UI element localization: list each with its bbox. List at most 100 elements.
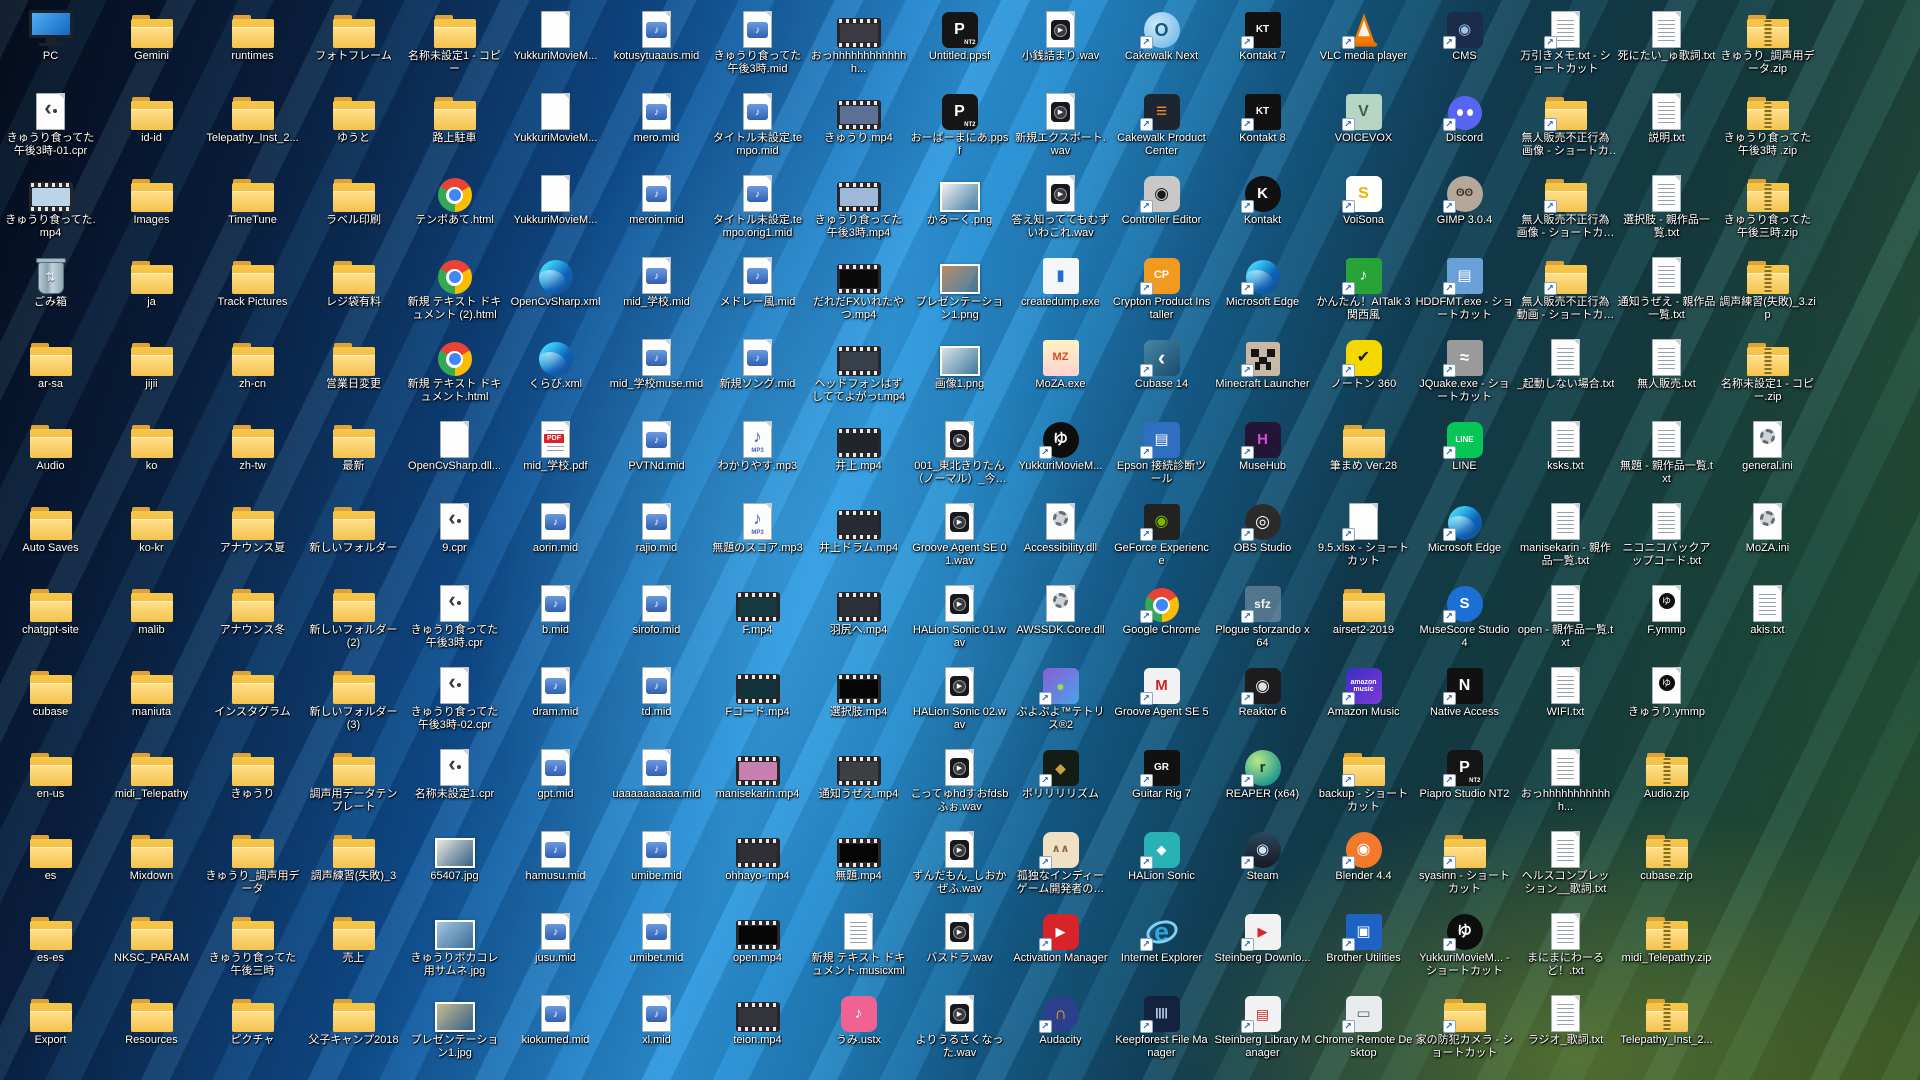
desktop-icon[interactable]: K↗Kontakt (1212, 165, 1313, 247)
desktop-icon[interactable]: くらび.xml (505, 329, 606, 411)
desktop-icon[interactable]: Resources (101, 985, 202, 1067)
desktop-icon[interactable]: ‹きゅうり食ってた午後3時-01.cpr (0, 83, 101, 165)
desktop-icon[interactable]: ラベル印刷 (303, 165, 404, 247)
desktop-icon[interactable]: ◉↗GeForce Experience (1111, 493, 1212, 575)
desktop-icon[interactable]: 選択肢 - 親作品一覧.txt (1616, 165, 1717, 247)
desktop-icon[interactable]: PNT2Untitled.ppsf (909, 1, 1010, 83)
desktop-icon[interactable]: ゆF.ymmp (1616, 575, 1717, 657)
desktop-icon[interactable]: 売上 (303, 903, 404, 985)
desktop-icon[interactable]: 井上ドラム.mp4 (808, 493, 909, 575)
desktop-icon[interactable]: ko (101, 411, 202, 493)
desktop-icon[interactable]: ∧∧↗孤独なインディーゲーム開発者の一生 ... (1010, 821, 1111, 903)
desktop-icon[interactable]: F.mp4 (707, 575, 808, 657)
desktop-icon[interactable]: ◉↗CMS (1414, 1, 1515, 83)
desktop-icon[interactable]: YukkuriMovieM... (505, 1, 606, 83)
desktop-icon[interactable]: プレゼンテーション1.png (909, 247, 1010, 329)
desktop-icon[interactable]: ◎↗OBS Studio (1212, 493, 1313, 575)
desktop-icon[interactable]: ♪sirofo.mid (606, 575, 707, 657)
desktop-icon[interactable]: manisekarin.mp4 (707, 739, 808, 821)
desktop-icon[interactable]: ▮createdump.exe (1010, 247, 1111, 329)
desktop-icon[interactable]: Audio (0, 411, 101, 493)
desktop-icon[interactable]: ↗家の防犯カメラ - ショートカット (1414, 985, 1515, 1067)
desktop-icon[interactable]: だれだFXいれたやつ.mp4 (808, 247, 909, 329)
desktop-icon[interactable]: ‹名称未設定1.cpr (404, 739, 505, 821)
desktop-icon[interactable]: ヘッドフォンはずしててよがっt.mp4 (808, 329, 909, 411)
desktop-icon[interactable]: Telepathy_Inst_2... (1616, 985, 1717, 1067)
desktop-icon[interactable]: cubase.zip (1616, 821, 1717, 903)
desktop-icon[interactable]: Export (0, 985, 101, 1067)
desktop-icon[interactable]: 65407.jpg (404, 821, 505, 903)
desktop-icon[interactable]: r↗REAPER (x64) (1212, 739, 1313, 821)
desktop-icon[interactable]: ↗Minecraft Launcher (1212, 329, 1313, 411)
desktop-icon[interactable]: ♪MP3無題のスコア.mp3 (707, 493, 808, 575)
desktop-icon[interactable]: manisekarin - 親作品一覧.txt (1515, 493, 1616, 575)
desktop-icon[interactable]: ゆ↗YukkuriMovieM... - ショートカット (1414, 903, 1515, 985)
desktop-icon[interactable]: NKSC_PARAM (101, 903, 202, 985)
desktop-icon[interactable]: jijii (101, 329, 202, 411)
desktop-icon[interactable]: V↗VOICEVOX (1313, 83, 1414, 165)
desktop-icon[interactable]: ◉↗Steam (1212, 821, 1313, 903)
desktop-icon[interactable]: ♪aorin.mid (505, 493, 606, 575)
desktop-icon[interactable]: ゆきゅうり.ymmp (1616, 657, 1717, 739)
desktop-icon[interactable]: es (0, 821, 101, 903)
desktop-icon[interactable]: ◆↗HALion Sonic (1111, 821, 1212, 903)
desktop-icon[interactable]: ▶新規エクスポート.wav (1010, 83, 1111, 165)
desktop-icon[interactable]: ラジオ_歌詞.txt (1515, 985, 1616, 1067)
desktop-icon[interactable]: ♪jusu.mid (505, 903, 606, 985)
desktop-icon[interactable]: amazon music↗Amazon Music (1313, 657, 1414, 739)
desktop-icon[interactable]: LINE↗LINE (1414, 411, 1515, 493)
desktop-icon[interactable]: きゅうり食ってた午後三時 (202, 903, 303, 985)
desktop-icon[interactable]: ▶ずんだもん_しおかぜふ.wav (909, 821, 1010, 903)
desktop-icon[interactable]: ↗無人販売不正行為画像 - ショートカッ... (1515, 83, 1616, 165)
desktop-icon[interactable]: きゅうり_調声用データ (202, 821, 303, 903)
desktop-icon[interactable]: ‹きゅうり食ってた午後3時-02.cpr (404, 657, 505, 739)
desktop-icon[interactable]: ‹↗Cubase 14 (1111, 329, 1212, 411)
desktop-icon[interactable]: おっhhhhhhhhhhhh... (1515, 739, 1616, 821)
desktop-icon[interactable]: Images (101, 165, 202, 247)
desktop-icon[interactable]: プレゼンテーション1.jpg (404, 985, 505, 1067)
desktop-icon[interactable]: Telepathy_Inst_2... (202, 83, 303, 165)
desktop-icon[interactable]: PNT2↗Piapro Studio NT2 (1414, 739, 1515, 821)
desktop-icon[interactable]: ▶小銭詰まり.wav (1010, 1, 1111, 83)
desktop-icon[interactable]: ▶001_東北きりたん（ノーマル）_今じゃ... (909, 411, 1010, 493)
desktop-icon[interactable]: 通知うぜえ.mp4 (808, 739, 909, 821)
desktop-icon[interactable]: 選択肢.mp4 (808, 657, 909, 739)
desktop-icon[interactable]: ♪umibet.mid (606, 903, 707, 985)
desktop-icon[interactable]: H↗MuseHub (1212, 411, 1313, 493)
desktop-icon[interactable]: きゅうり (202, 739, 303, 821)
desktop-icon[interactable]: ↗万引きメモ.txt - ショートカット (1515, 1, 1616, 83)
desktop-icon[interactable]: おっhhhhhhhhhhhhh... (808, 1, 909, 83)
desktop-icon[interactable]: ♪kotusytuaaus.mid (606, 1, 707, 83)
desktop-icon[interactable]: Track Pictures (202, 247, 303, 329)
desktop-icon[interactable]: ♪タイトル未設定.tempo.mid (707, 83, 808, 165)
desktop-icon[interactable]: きゅうり食ってた午後3時 .zip (1717, 83, 1818, 165)
desktop-icon[interactable]: PDFmid_学校.pdf (505, 411, 606, 493)
desktop-icon[interactable]: ♪MP3わかりやす.mp3 (707, 411, 808, 493)
desktop-icon[interactable]: open.mp4 (707, 903, 808, 985)
desktop-icon[interactable]: ◉↗Controller Editor (1111, 165, 1212, 247)
desktop-icon[interactable]: 名称未設定1 - コピー (404, 1, 505, 83)
desktop-icon[interactable]: きゅうり食ってた午後3時.mp4 (808, 165, 909, 247)
desktop-icon[interactable]: ▶こってゅhdすおfdsbふぉ.wav (909, 739, 1010, 821)
desktop-icon[interactable]: ▶↗Activation Manager (1010, 903, 1111, 985)
desktop-icon[interactable]: ▣↗Brother Utilities (1313, 903, 1414, 985)
desktop-icon[interactable]: レジ袋有料 (303, 247, 404, 329)
desktop-icon[interactable]: MoZA.ini (1717, 493, 1818, 575)
desktop-icon[interactable]: ko-kr (101, 493, 202, 575)
desktop-icon[interactable]: ◉↗Reaktor 6 (1212, 657, 1313, 739)
desktop-icon[interactable]: 無題 - 親作品一覧.txt (1616, 411, 1717, 493)
desktop-icon[interactable]: ⇅ごみ箱 (0, 247, 101, 329)
desktop-icon[interactable]: ↗VLC media player (1313, 1, 1414, 83)
desktop-icon[interactable]: ↗backup - ショートカット (1313, 739, 1414, 821)
desktop-icon[interactable]: ♪xl.mid (606, 985, 707, 1067)
desktop-icon[interactable]: ▶↗Steinberg Downlo... (1212, 903, 1313, 985)
desktop-icon[interactable]: ◉↗Blender 4.4 (1313, 821, 1414, 903)
desktop-icon[interactable]: Fコード.mp4 (707, 657, 808, 739)
desktop-icon[interactable]: ♪uaaaaaaaaaa.mid (606, 739, 707, 821)
desktop-icon[interactable]: ♪td.mid (606, 657, 707, 739)
desktop-icon[interactable]: ∩↗Audacity (1010, 985, 1111, 1067)
desktop-icon[interactable]: WIFI.txt (1515, 657, 1616, 739)
desktop-icon[interactable]: runtimes (202, 1, 303, 83)
desktop-icon[interactable]: ↗無人販売不正行為画像 - ショートカット (1515, 165, 1616, 247)
desktop-icon[interactable]: ♪rajio.mid (606, 493, 707, 575)
